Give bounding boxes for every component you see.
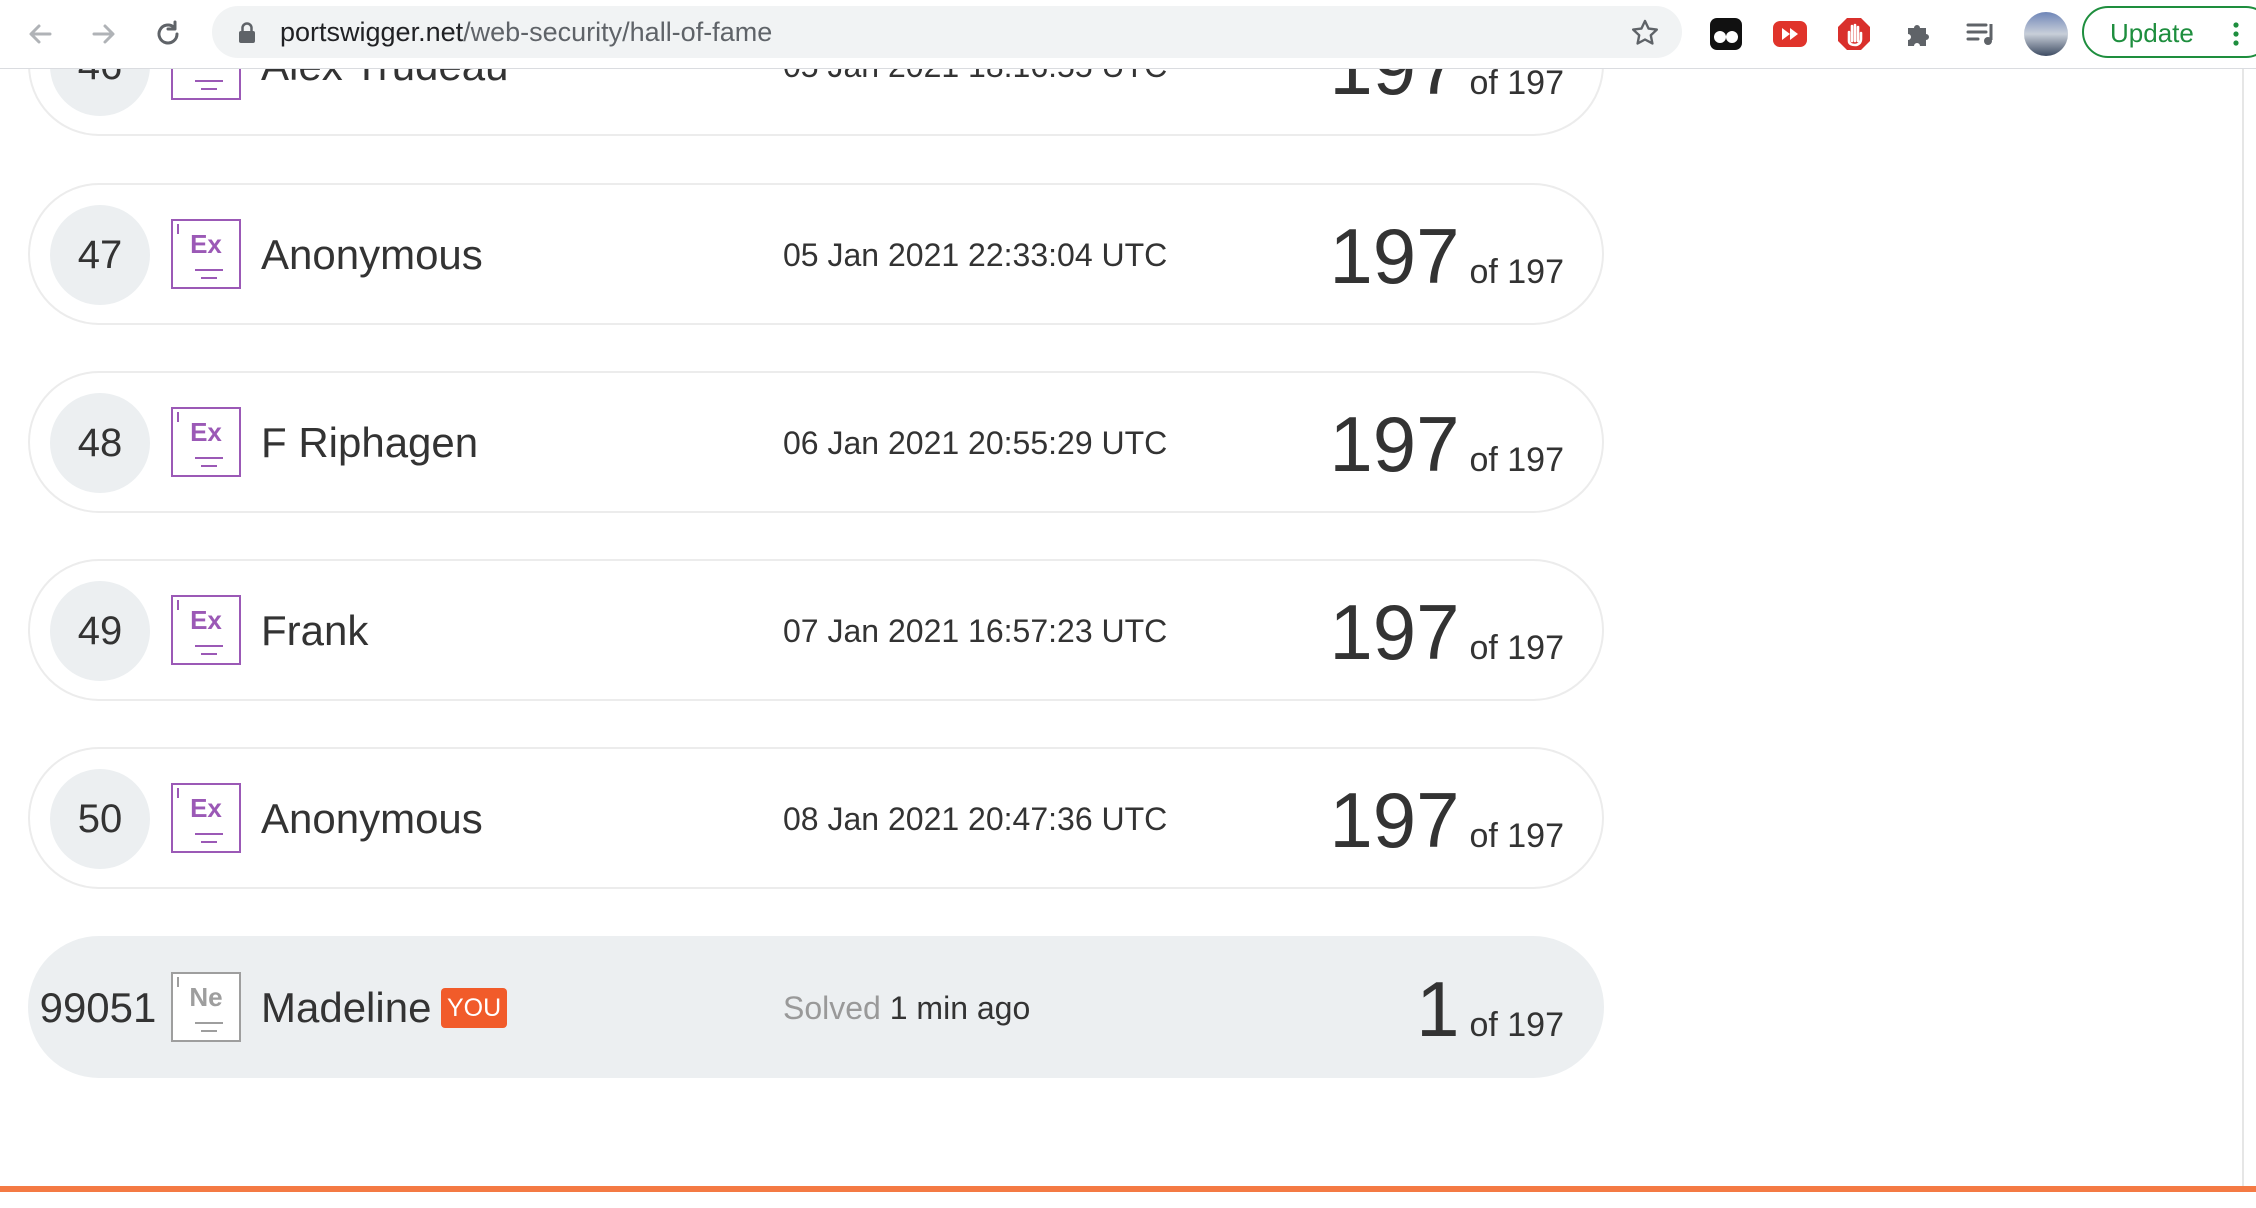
user-name: Frank — [261, 607, 369, 654]
forward-button[interactable] — [82, 12, 126, 56]
rank-number: 47 — [77, 233, 123, 277]
update-label: Update — [2110, 18, 2194, 48]
newbie-level-icon: Ne — [171, 972, 241, 1042]
url-host: portswigger.net — [280, 17, 464, 47]
score: 197of 197 — [1329, 211, 1564, 301]
score-value: 197 — [1329, 776, 1460, 864]
score-total: of 197 — [1469, 253, 1564, 291]
expert-level-icon: Ex — [171, 219, 241, 289]
star-icon[interactable] — [1630, 18, 1660, 48]
score: 197of 197 — [1329, 587, 1564, 677]
you-badge: YOU — [441, 988, 508, 1028]
score: 1 of 197 — [1416, 964, 1564, 1054]
url-path: /web-security/hall-of-fame — [463, 17, 773, 47]
fast-forward-icon — [1773, 21, 1807, 47]
completion-date: 05 Jan 2021 22:33:04 UTC — [783, 237, 1168, 273]
score: 197of 197 — [1329, 399, 1564, 489]
kebab-menu-icon — [2233, 22, 2239, 46]
rank-number: 48 — [77, 421, 123, 465]
score-total: of 197 — [1469, 64, 1564, 102]
reload-button[interactable] — [146, 12, 190, 56]
score-total: of 197 — [1469, 817, 1564, 855]
score-value: 197 — [1329, 400, 1460, 488]
leaderboard-row: 47 Ex Anonymous 05 Jan 2021 22:33:04 UTC… — [28, 183, 1604, 325]
completion-date: 06 Jan 2021 20:55:29 UTC — [783, 425, 1168, 461]
completion-date: 08 Jan 2021 20:47:36 UTC — [783, 801, 1168, 837]
back-button[interactable] — [18, 12, 62, 56]
completion-date: 07 Jan 2021 16:57:23 UTC — [783, 613, 1168, 649]
user-name: Madeline — [261, 984, 432, 1031]
leaderboard-row: 50 Ex Anonymous 08 Jan 2021 20:47:36 UTC… — [28, 747, 1604, 889]
media-queue-button[interactable] — [1962, 14, 2002, 54]
extension-puzzle-icon — [1908, 25, 1929, 46]
score-value: 197 — [1329, 212, 1460, 300]
current-user-row: 99051 Ne Madeline YOU Solved 1 min ago 1… — [28, 936, 1604, 1078]
browser-toolbar: portswigger.net/web-security/hall-of-fam… — [0, 0, 2256, 69]
score-total: of 197 — [1469, 629, 1564, 667]
back-arrow-icon — [29, 24, 52, 44]
expert-level-icon: Ex — [171, 595, 241, 665]
avatar — [2024, 12, 2068, 56]
tampermonkey-icon — [1710, 18, 1742, 50]
user-name: Anonymous — [261, 231, 483, 278]
media-queue-icon — [1966, 23, 1993, 45]
extension-tampermonkey[interactable] — [1706, 14, 1746, 54]
address-bar[interactable]: portswigger.net/web-security/hall-of-fam… — [212, 6, 1682, 58]
solved-status: Solved 1 min ago — [783, 990, 1030, 1026]
rank-number: 99051 — [39, 984, 157, 1031]
profile-avatar[interactable] — [2023, 11, 2069, 57]
score-total: of 197 — [1469, 1006, 1564, 1044]
leaderboard-row: 48 Ex F Riphagen 06 Jan 2021 20:55:29 UT… — [28, 371, 1604, 513]
lock-icon — [239, 22, 255, 43]
leaderboard-row: 49 Ex Frank 07 Jan 2021 16:57:23 UTC 197… — [28, 559, 1604, 701]
update-button[interactable]: Update — [2082, 6, 2256, 58]
stop-hand-icon — [1838, 18, 1870, 50]
expert-level-icon: Ex — [171, 783, 241, 853]
score-value: 1 — [1416, 965, 1460, 1053]
extensions-button[interactable] — [1898, 14, 1938, 54]
extension-adblock[interactable] — [1834, 14, 1874, 54]
score: 197of 197 — [1329, 775, 1564, 865]
extension-video[interactable] — [1770, 14, 1810, 54]
score-total: of 197 — [1469, 441, 1564, 479]
rank-number: 49 — [77, 609, 123, 653]
rank-number: 50 — [77, 797, 123, 841]
page-edge-divider — [2242, 68, 2244, 1188]
footer-accent-bar — [0, 1186, 2256, 1192]
score-value: 197 — [1329, 588, 1460, 676]
user-name: Anonymous — [261, 795, 483, 842]
expert-level-icon: Ex — [171, 407, 241, 477]
reload-icon — [157, 20, 179, 45]
solved-label: Solved — [783, 990, 881, 1026]
solved-time: 1 min ago — [889, 990, 1031, 1026]
user-name: F Riphagen — [261, 419, 479, 466]
url-text: portswigger.net/web-security/hall-of-fam… — [280, 17, 772, 47]
forward-arrow-icon — [92, 24, 115, 44]
